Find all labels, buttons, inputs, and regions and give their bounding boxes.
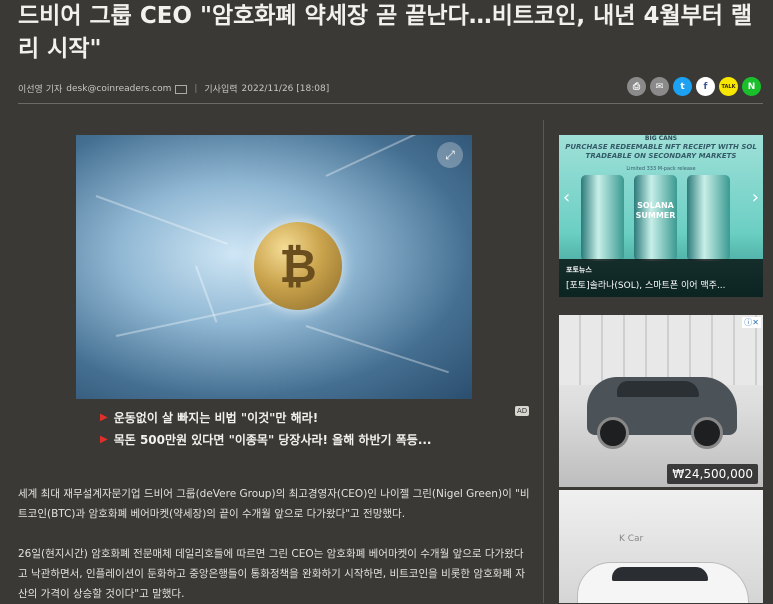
published-date: 2022/11/26 [18:08] [241,83,330,94]
photo-caption: 포토뉴스 [포토]솔라나(SOL), 스마트폰 이어 맥주... [559,259,763,297]
twitter-icon[interactable]: t [673,77,692,96]
facebook-icon[interactable]: f [696,77,715,96]
ad-tagline: PURCHASE REDEEMABLE NFT RECEIPT WITH SOL… [565,143,757,160]
column-divider [543,120,544,603]
mail-icon[interactable] [175,85,188,94]
ad-subtag: Limited 333 M-pack release [626,166,696,172]
car-ad-2[interactable]: K Car [559,490,763,603]
adchoices-icon[interactable]: ⓘ✕ [742,317,761,328]
author-email[interactable]: desk@coinreaders.com [66,84,171,94]
author-name[interactable]: 이선영 기자 [18,82,62,95]
promo-link-2[interactable]: ▶ 목돈 500만원 있다면 "이종목" 당장사라! 올해 하반기 폭등... [100,431,432,448]
email-icon[interactable]: ✉ [650,77,669,96]
header-divider [18,103,763,104]
expand-icon[interactable]: ⤢ [437,142,463,168]
caption-category: 포토뉴스 [566,266,592,274]
ad-brand: BIG CANS [644,135,678,142]
can-label: SOLANA SUMMER [635,201,676,220]
arrow-icon: ▶ [100,434,108,445]
promo-link-1[interactable]: ▶ 운동없이 살 빠지는 비법 "이것"만 해라! [100,409,318,426]
promo-text-2: 목돈 500만원 있다면 "이종목" 당장사라! 올해 하반기 폭등... [113,433,432,447]
article-headline: 드비어 그룹 CEO "암호화폐 약세장 곧 끝난다…비트코인, 내년 4월부터… [18,3,753,62]
car-price: ₩24,500,000 [667,464,758,484]
can-image: SOLANA SUMMER [634,175,677,261]
print-icon[interactable]: ⎙ [627,77,646,96]
naver-icon[interactable]: N [742,77,761,96]
can-image [687,175,730,261]
caption-headline[interactable]: [포토]솔라나(SOL), 스마트폰 이어 맥주... [566,278,726,291]
byline-separator: | [194,83,198,94]
article-image[interactable]: ₿ [76,135,472,399]
car-image [587,377,737,449]
promo-text-1: 운동없이 살 빠지는 비법 "이것"만 해라! [113,411,319,425]
ad-badge[interactable]: AD [515,406,530,416]
share-bar: ⎙ ✉ t f TALK N [627,77,761,96]
prev-arrow-icon[interactable]: ‹ [563,187,570,208]
kakaotalk-icon[interactable]: TALK [719,77,738,96]
article-paragraph-1: 세계 최대 재무설계자문기업 드비어 그룹(deVere Group)의 최고경… [18,488,530,520]
can-image [581,175,624,261]
next-arrow-icon[interactable]: › [752,187,759,208]
sidebar-photo-news[interactable]: BIG CANS PURCHASE REDEEMABLE NFT RECEIPT… [559,135,763,297]
bitcoin-coin: ₿ [254,222,342,310]
byline: 이선영 기자 desk@coinreaders.com | 기사입력 2022/… [18,82,330,96]
article-paragraph-2: 26일(현지시간) 암호화폐 전문매체 데일리호들에 따르면 그린 CEO는 암… [18,548,526,600]
car-ad[interactable]: ⓘ✕ ₩24,500,000 [559,315,763,487]
kcar-logo: K Car [619,534,644,544]
published-label: 기사입력 [204,85,238,95]
car-image [577,562,749,603]
arrow-icon: ▶ [100,412,108,423]
